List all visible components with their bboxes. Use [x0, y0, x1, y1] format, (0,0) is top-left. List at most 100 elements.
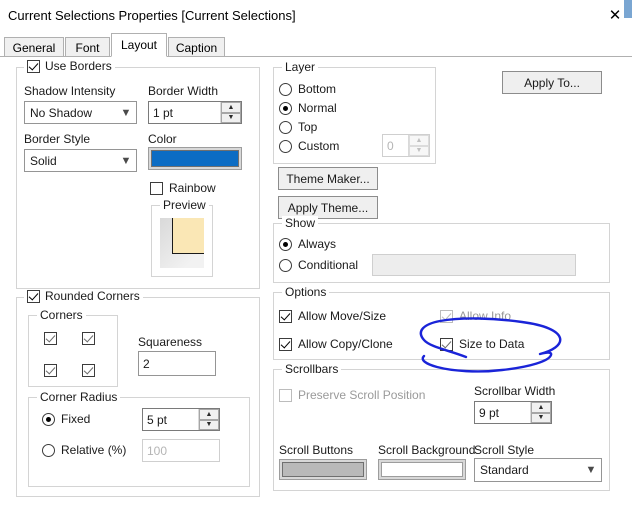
allow-move-size-label: Allow Move/Size — [298, 309, 387, 323]
border-style-label: Border Style — [24, 132, 91, 146]
corner-checkbox-bottom-left[interactable] — [44, 364, 57, 377]
scroll-style-combo[interactable]: Standard ▼ — [474, 458, 602, 482]
window-title: Current Selections Properties [Current S… — [8, 8, 296, 23]
preserve-scroll-position-checkbox[interactable]: Preserve Scroll Position — [279, 388, 425, 402]
layer-option-custom[interactable]: Custom — [279, 139, 339, 153]
corner-checkbox-bottom-right[interactable] — [82, 364, 95, 377]
preserve-scroll-position-checkbox-box — [279, 388, 292, 402]
layer-bottom-label: Bottom — [298, 82, 337, 96]
corner-radius-spin-buttons[interactable]: ▲ ▼ — [198, 409, 219, 430]
allow-copy-clone-checkbox-box — [279, 337, 292, 351]
size-to-data-checkbox-box — [440, 337, 453, 351]
border-color-swatch[interactable] — [148, 147, 242, 170]
tab-general[interactable]: General — [4, 37, 64, 57]
allow-info-checkbox[interactable]: Allow Info — [440, 309, 511, 323]
background-scrollbar-thumb[interactable] — [624, 0, 632, 18]
spinner-down-icon[interactable]: ▼ — [531, 412, 551, 423]
use-borders-checkbox[interactable]: Use Borders — [24, 59, 115, 73]
corners-label: Corners — [37, 308, 86, 322]
corner-radius-relative-input[interactable]: 100 — [142, 439, 220, 462]
layer-option-top[interactable]: Top — [279, 120, 317, 134]
chevron-down-icon: ▼ — [120, 106, 132, 119]
use-borders-checkbox-box — [27, 59, 40, 73]
layer-option-normal[interactable]: Normal — [279, 101, 337, 115]
size-to-data-label: Size to Data — [459, 337, 525, 351]
corner-checkbox-top-right[interactable] — [82, 332, 95, 345]
scrollbar-width-spinner[interactable]: 9 pt ▲ ▼ — [474, 401, 552, 424]
layer-top-label: Top — [298, 120, 318, 134]
use-borders-label: Use Borders — [45, 59, 112, 73]
apply-to-button[interactable]: Apply To... — [502, 71, 602, 94]
corner-radius-fixed-spinner[interactable]: 5 pt ▲ ▼ — [142, 408, 220, 431]
show-always-label: Always — [298, 237, 337, 251]
corner-radius-relative-radio-dot — [42, 443, 55, 457]
scroll-buttons-swatch[interactable] — [279, 459, 367, 480]
layer-custom-radio-dot — [279, 139, 292, 153]
allow-move-size-checkbox[interactable]: Allow Move/Size — [279, 309, 386, 323]
corner-radius-relative-value: 100 — [147, 443, 168, 458]
border-width-value: 1 pt — [153, 105, 174, 120]
chevron-down-icon: ▼ — [585, 464, 597, 476]
allow-move-size-checkbox-box — [279, 309, 292, 323]
background-scrollbar[interactable] — [624, 0, 632, 33]
layer-custom-spin-buttons[interactable]: ▲ ▼ — [408, 135, 429, 156]
tab-caption-label: Caption — [175, 40, 218, 55]
layer-bottom-radio-dot — [279, 82, 292, 96]
corner-radius-label: Corner Radius — [37, 390, 121, 404]
shadow-intensity-value: No Shadow — [30, 105, 93, 120]
show-conditional-input[interactable] — [372, 254, 576, 276]
border-style-value: Solid — [30, 153, 57, 168]
show-option-always[interactable]: Always — [279, 237, 336, 251]
layer-custom-value: 0 — [387, 138, 394, 153]
scroll-background-swatch[interactable] — [378, 459, 466, 480]
allow-copy-clone-label: Allow Copy/Clone — [298, 337, 393, 351]
chevron-down-icon: ▼ — [120, 154, 132, 167]
size-to-data-checkbox[interactable]: Size to Data — [440, 337, 524, 351]
tab-font-label: Font — [75, 40, 100, 55]
show-always-radio-dot — [279, 237, 292, 251]
squareness-input[interactable]: 2 — [138, 351, 216, 376]
show-conditional-label: Conditional — [298, 258, 359, 272]
tab-general-label: General — [12, 40, 56, 55]
rounded-corners-checkbox[interactable]: Rounded Corners — [24, 289, 143, 303]
rounded-corners-label: Rounded Corners — [45, 289, 140, 303]
corner-radius-fixed-radio-dot — [42, 412, 55, 426]
spinner-down-icon[interactable]: ▼ — [221, 112, 241, 123]
spinner-up-icon[interactable]: ▲ — [409, 135, 429, 146]
tab-caption[interactable]: Caption — [168, 37, 225, 57]
scrollbars-label: Scrollbars — [282, 362, 342, 376]
scroll-style-label: Scroll Style — [474, 443, 535, 457]
corner-radius-fixed-radio[interactable]: Fixed — [42, 412, 90, 426]
preview-label: Preview — [160, 198, 209, 212]
layer-top-radio-dot — [279, 120, 292, 134]
tab-font[interactable]: Font — [65, 37, 110, 57]
allow-info-label: Allow Info — [459, 309, 512, 323]
theme-maker-button[interactable]: Theme Maker... — [278, 167, 378, 190]
rainbow-checkbox-box — [150, 181, 163, 195]
scrollbar-width-value: 9 pt — [479, 405, 500, 420]
shadow-intensity-combo[interactable]: No Shadow ▼ — [24, 101, 137, 124]
layer-option-bottom[interactable]: Bottom — [279, 82, 336, 96]
color-label: Color — [148, 132, 177, 146]
scrollbar-width-spin-buttons[interactable]: ▲ ▼ — [530, 402, 551, 423]
border-preview — [160, 218, 204, 268]
border-style-combo[interactable]: Solid ▼ — [24, 149, 137, 172]
corner-checkbox-top-left[interactable] — [44, 332, 57, 345]
squareness-value: 2 — [143, 356, 150, 371]
tab-layout[interactable]: Layout — [111, 33, 167, 57]
theme-maker-label: Theme Maker... — [286, 171, 370, 186]
allow-copy-clone-checkbox[interactable]: Allow Copy/Clone — [279, 337, 393, 351]
spinner-up-icon[interactable]: ▲ — [199, 409, 219, 420]
spinner-down-icon[interactable]: ▼ — [199, 419, 219, 430]
border-color-fill — [151, 150, 239, 167]
spinner-down-icon[interactable]: ▼ — [409, 145, 429, 156]
spinner-up-icon[interactable]: ▲ — [221, 102, 241, 113]
show-option-conditional[interactable]: Conditional — [279, 258, 358, 272]
border-width-spinner[interactable]: 1 pt ▲ ▼ — [148, 101, 242, 124]
border-width-spin-buttons[interactable]: ▲ ▼ — [220, 102, 241, 123]
tab-strip: General Font Layout Caption — [0, 33, 632, 57]
rainbow-checkbox[interactable]: Rainbow — [150, 181, 216, 195]
corner-radius-relative-radio[interactable]: Relative (%) — [42, 443, 126, 457]
spinner-up-icon[interactable]: ▲ — [531, 402, 551, 413]
layer-custom-spinner[interactable]: 0 ▲ ▼ — [382, 134, 430, 157]
